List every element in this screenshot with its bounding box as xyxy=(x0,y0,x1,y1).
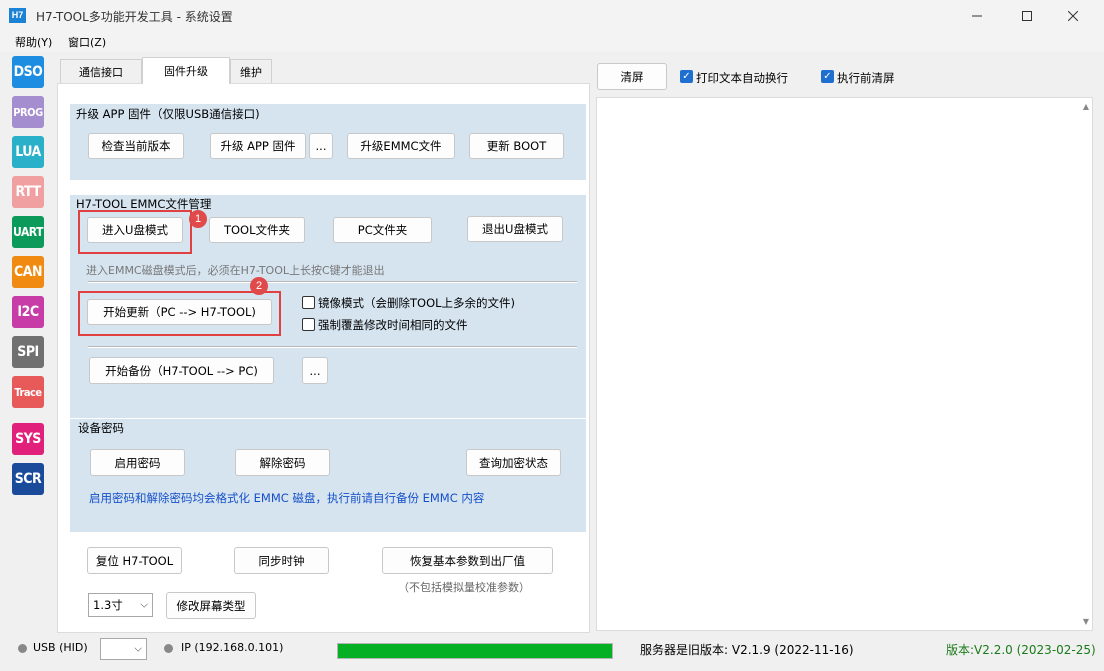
restore-factory-button[interactable]: 恢复基本参数到出厂值 xyxy=(382,547,553,574)
disable-password-button[interactable]: 解除密码 xyxy=(235,449,330,476)
sidebar-sys[interactable]: SYS xyxy=(12,423,44,455)
progress-fill xyxy=(338,644,612,658)
restore-note: （不包括模拟量校准参数） xyxy=(398,581,530,594)
minimize-button[interactable] xyxy=(954,0,1000,32)
clear-screen-button[interactable]: 清屏 xyxy=(597,63,667,90)
minimize-icon xyxy=(972,15,982,17)
sidebar-i2c[interactable]: I2C xyxy=(12,296,44,328)
sidebar-trace[interactable]: Trace xyxy=(12,376,44,408)
clear-before-label: 执行前清屏 xyxy=(837,71,895,85)
force-overwrite-label: 强制覆盖修改时间相同的文件 xyxy=(318,318,468,332)
close-button[interactable] xyxy=(1050,0,1096,32)
enable-password-button[interactable]: 启用密码 xyxy=(90,449,185,476)
sidebar-dso[interactable]: DSO xyxy=(12,56,44,88)
start-update-button[interactable]: 开始更新（PC --> H7-TOOL) xyxy=(87,299,272,325)
tool-folder-button[interactable]: TOOL文件夹 xyxy=(209,217,305,243)
mirror-mode-label: 镜像模式（会删除TOOL上多余的文件) xyxy=(318,296,516,310)
local-version-text: 版本:V2.2.0 (2023-02-25) xyxy=(946,643,1096,657)
screen-size-value: 1.3寸 xyxy=(93,598,123,612)
udisk-hint: 进入EMMC磁盘模式后，必须在H7-TOOL上长按C键才能退出 xyxy=(86,264,385,277)
auto-wrap-checkbox[interactable]: ✓ xyxy=(680,70,693,83)
ip-status-text: IP (192.168.0.101) xyxy=(181,641,284,654)
sidebar-scr[interactable]: SCR xyxy=(12,463,44,495)
emmc-divider-2 xyxy=(88,346,577,348)
sidebar-spi[interactable]: SPI xyxy=(12,336,44,368)
password-note: 启用密码和解除密码均会格式化 EMMC 磁盘，执行前请自行备份 EMMC 内容 xyxy=(89,491,485,505)
server-version-text: 服务器是旧版本: V2.1.9 (2022-11-16) xyxy=(640,643,854,657)
sidebar-uart[interactable]: UART xyxy=(12,216,44,248)
check-version-button[interactable]: 检查当前版本 xyxy=(88,133,184,159)
chevron-down-icon: ⌵ xyxy=(140,599,148,611)
emmc-divider-1 xyxy=(88,281,577,283)
app-icon: H7 xyxy=(9,8,26,23)
browse-app-button[interactable]: ... xyxy=(309,133,333,159)
upgrade-group-title: 升级 APP 固件（仅限USB通信接口) xyxy=(76,107,260,121)
status-bar: USB (HID) ⌵ IP (192.168.0.101) 服务器是旧版本: … xyxy=(0,634,1104,671)
usb-status-icon xyxy=(18,644,27,653)
screen-size-select[interactable]: 1.3寸 ⌵ xyxy=(88,593,153,617)
reset-tool-button[interactable]: 复位 H7-TOOL xyxy=(87,547,182,574)
usb-status-text: USB (HID) xyxy=(33,641,88,654)
output-text-area[interactable]: ▲ ▼ xyxy=(596,97,1093,631)
password-group-title: 设备密码 xyxy=(78,421,124,435)
sidebar-rtt[interactable]: RTT xyxy=(12,176,44,208)
close-icon xyxy=(1068,11,1078,21)
maximize-icon xyxy=(1022,11,1032,21)
progress-bar xyxy=(337,643,613,659)
exit-udisk-button[interactable]: 退出U盘模式 xyxy=(467,216,563,242)
chevron-down-icon: ⌵ xyxy=(134,643,142,655)
query-encryption-button[interactable]: 查询加密状态 xyxy=(466,449,561,476)
tab-comm-interface[interactable]: 通信接口 xyxy=(60,59,142,83)
upgrade-emmc-button[interactable]: 升级EMMC文件 xyxy=(347,133,455,159)
start-backup-button[interactable]: 开始备份（H7-TOOL --> PC) xyxy=(89,357,274,384)
sidebar-lua[interactable]: LUA xyxy=(12,136,44,168)
pc-folder-button[interactable]: PC文件夹 xyxy=(333,217,432,243)
title-bar: H7 H7-TOOL多功能开发工具 - 系统设置 xyxy=(0,0,1104,32)
sidebar-can[interactable]: CAN xyxy=(12,256,44,288)
ip-status-icon xyxy=(164,644,173,653)
force-overwrite-checkbox[interactable] xyxy=(302,318,315,331)
maximize-button[interactable] xyxy=(1004,0,1050,32)
menu-help[interactable]: 帮助(Y) xyxy=(15,34,52,50)
step-badge-2: 2 xyxy=(250,277,268,295)
update-boot-button[interactable]: 更新 BOOT xyxy=(469,133,564,159)
window-title: H7-TOOL多功能开发工具 - 系统设置 xyxy=(36,10,233,24)
mirror-mode-checkbox[interactable] xyxy=(302,296,315,309)
upgrade-app-button[interactable]: 升级 APP 固件 xyxy=(210,133,306,159)
menu-window[interactable]: 窗口(Z) xyxy=(68,34,106,50)
enter-udisk-button[interactable]: 进入U盘模式 xyxy=(87,217,183,243)
scroll-up-icon[interactable]: ▲ xyxy=(1083,102,1089,111)
usb-device-select[interactable]: ⌵ xyxy=(100,638,147,660)
tab-firmware-upgrade[interactable]: 固件升级 xyxy=(142,57,230,84)
menu-bar: 帮助(Y) 窗口(Z) xyxy=(0,32,1104,52)
change-screen-button[interactable]: 修改屏幕类型 xyxy=(166,592,256,619)
clear-before-checkbox[interactable]: ✓ xyxy=(821,70,834,83)
sidebar-prog[interactable]: PROG xyxy=(12,96,44,128)
auto-wrap-label: 打印文本自动换行 xyxy=(696,71,788,85)
tab-maintenance[interactable]: 维护 xyxy=(230,59,272,83)
sync-clock-button[interactable]: 同步时钟 xyxy=(234,547,329,574)
step-badge-1: 1 xyxy=(189,210,207,228)
browse-backup-button[interactable]: ... xyxy=(302,357,328,384)
scroll-down-icon[interactable]: ▼ xyxy=(1083,617,1089,626)
